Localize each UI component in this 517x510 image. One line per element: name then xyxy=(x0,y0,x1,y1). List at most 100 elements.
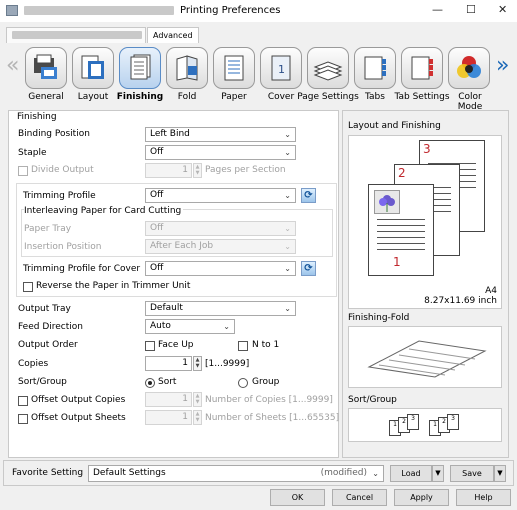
finishing-icon xyxy=(130,54,151,80)
copies-stepper[interactable]: ▲ ▼ xyxy=(193,356,202,371)
insertion-position-select[interactable]: After Each Job ⌄ xyxy=(145,239,296,254)
load-button[interactable]: Load xyxy=(390,465,432,482)
help-button[interactable]: Help xyxy=(456,489,511,506)
reverse-paper-checkbox[interactable] xyxy=(23,282,33,292)
toolbar-cover-label: Cover xyxy=(267,92,295,102)
page-settings-icon xyxy=(313,61,343,81)
toolbar-tab-settings-label: Tab Settings xyxy=(394,92,450,102)
save-button[interactable]: Save xyxy=(450,465,494,482)
divide-output-input[interactable]: 1 xyxy=(145,163,192,178)
page-number-2: 2 xyxy=(398,166,406,180)
fold-preview xyxy=(348,326,502,388)
divide-output-label: Divide Output xyxy=(31,165,94,175)
tab-strip: Advanced xyxy=(0,22,517,43)
offset-copies-stepper[interactable]: ▲ ▼ xyxy=(193,392,202,407)
minimize-button[interactable]: — xyxy=(432,3,443,16)
scroll-right-icon[interactable]: » xyxy=(496,53,509,78)
reverse-paper-label: Reverse the Paper in Trimmer Unit xyxy=(36,281,191,291)
tabs-icon xyxy=(364,56,386,80)
chevron-down-icon: ⌄ xyxy=(284,148,291,157)
page-number-3: 3 xyxy=(423,142,431,156)
n-to-1-label: N to 1 xyxy=(252,340,280,350)
toolbar-page-settings[interactable] xyxy=(307,47,349,89)
paper-icon xyxy=(224,55,244,81)
trimming-profile-value: Off xyxy=(150,190,164,200)
feed-direction-select[interactable]: Auto ⌄ xyxy=(145,319,235,334)
face-up-label: Face Up xyxy=(158,340,194,350)
offset-sheets-unit: Number of Sheets [1...65535] xyxy=(205,413,340,423)
binding-position-value: Left Bind xyxy=(150,129,190,139)
scroll-left-icon[interactable]: « xyxy=(6,53,19,78)
trimming-profile-select[interactable]: Off ⌄ xyxy=(145,188,296,203)
sort-group-title: Sort/Group xyxy=(348,395,397,405)
refresh-icon: ⟳ xyxy=(304,190,313,201)
sort-group-label: Sort/Group xyxy=(18,377,67,387)
divide-output-checkbox[interactable] xyxy=(18,166,28,176)
close-button[interactable]: ✕ xyxy=(498,3,507,16)
trimming-cover-select[interactable]: Off ⌄ xyxy=(145,261,296,276)
face-up-checkbox[interactable] xyxy=(145,341,155,351)
offset-sheets-checkbox[interactable] xyxy=(18,414,28,424)
group-radio[interactable] xyxy=(238,378,248,388)
preview-page-1: 1 xyxy=(368,184,434,276)
toolbar-tab-settings[interactable] xyxy=(401,47,443,89)
tab-advanced[interactable]: Advanced xyxy=(147,27,199,43)
toolbar-general[interactable] xyxy=(25,47,67,89)
toolbar-cover[interactable]: 1 xyxy=(260,47,302,89)
sort-radio[interactable] xyxy=(145,378,155,388)
copies-input[interactable]: 1 xyxy=(145,356,192,371)
interleaving-label: Interleaving Paper for Card Cutting xyxy=(24,206,184,216)
chevron-down-icon: ⌄ xyxy=(284,191,291,200)
tab-printer-label-redacted xyxy=(12,31,142,39)
paper-size: A4 xyxy=(485,286,497,296)
cancel-button[interactable]: Cancel xyxy=(332,489,387,506)
toolbar-tabs[interactable] xyxy=(354,47,396,89)
toolbar-fold-label: Fold xyxy=(177,92,197,102)
maximize-button[interactable]: ☐ xyxy=(466,3,476,16)
sort-label: Sort xyxy=(158,377,177,387)
toolbar-layout[interactable] xyxy=(72,47,114,89)
load-dropdown-button[interactable]: ▼ xyxy=(432,465,444,482)
toolbar-color-mode-label: Color Mode xyxy=(457,92,483,112)
apply-button[interactable]: Apply xyxy=(394,489,449,506)
toolbar-paper[interactable] xyxy=(213,47,255,89)
chevron-down-icon: ⌄ xyxy=(284,130,291,139)
toolbar-color-mode[interactable] xyxy=(448,47,490,89)
tab-settings-icon xyxy=(411,56,433,80)
output-tray-select[interactable]: Default ⌄ xyxy=(145,301,296,316)
n-to-1-checkbox[interactable] xyxy=(238,341,248,351)
finishing-panel: Finishing Binding Position Left Bind ⌄ St… xyxy=(8,110,339,458)
save-label: Save xyxy=(462,469,482,478)
load-label: Load xyxy=(401,469,421,478)
divide-output-stepper[interactable]: ▲ ▼ xyxy=(193,163,202,178)
trimming-cover-value: Off xyxy=(150,263,164,273)
sort-set-2: 1 2 3 xyxy=(429,414,463,438)
refresh-profile-button[interactable]: ⟳ xyxy=(301,188,316,203)
offset-copies-input[interactable]: 1 xyxy=(145,392,192,407)
offset-sheets-label: Offset Output Sheets xyxy=(31,413,126,423)
offset-sheets-stepper[interactable]: ▲ ▼ xyxy=(193,410,202,425)
color-mode-icon xyxy=(457,56,481,78)
offset-copies-checkbox[interactable] xyxy=(18,396,28,406)
offset-sheets-input[interactable]: 1 xyxy=(145,410,192,425)
toolbar-general-label: General xyxy=(28,92,64,102)
finishing-fold-title: Finishing-Fold xyxy=(348,313,410,323)
save-dropdown-button[interactable]: ▼ xyxy=(494,465,506,482)
refresh-icon: ⟳ xyxy=(304,263,313,274)
offset-copies-unit: Number of Copies [1...9999] xyxy=(205,395,333,405)
paper-tray-select[interactable]: Off ⌄ xyxy=(145,221,296,236)
toolbar-paper-label: Paper xyxy=(221,92,247,102)
paper-tray-value: Off xyxy=(150,223,164,233)
refresh-cover-button[interactable]: ⟳ xyxy=(301,261,316,276)
ok-button[interactable]: OK xyxy=(270,489,325,506)
toolbar-fold[interactable] xyxy=(166,47,208,89)
staple-select[interactable]: Off ⌄ xyxy=(145,145,296,160)
toolbar-finishing[interactable] xyxy=(119,47,161,89)
staple-value: Off xyxy=(150,147,164,157)
binding-position-select[interactable]: Left Bind ⌄ xyxy=(145,127,296,142)
group-label: Group xyxy=(252,377,280,387)
favorite-setting-select[interactable]: Default Settings (modified) ⌄ xyxy=(88,465,384,482)
tab-printer[interactable] xyxy=(6,27,146,43)
chevron-down-icon: ⌄ xyxy=(372,469,379,478)
layout-icon xyxy=(81,55,104,79)
